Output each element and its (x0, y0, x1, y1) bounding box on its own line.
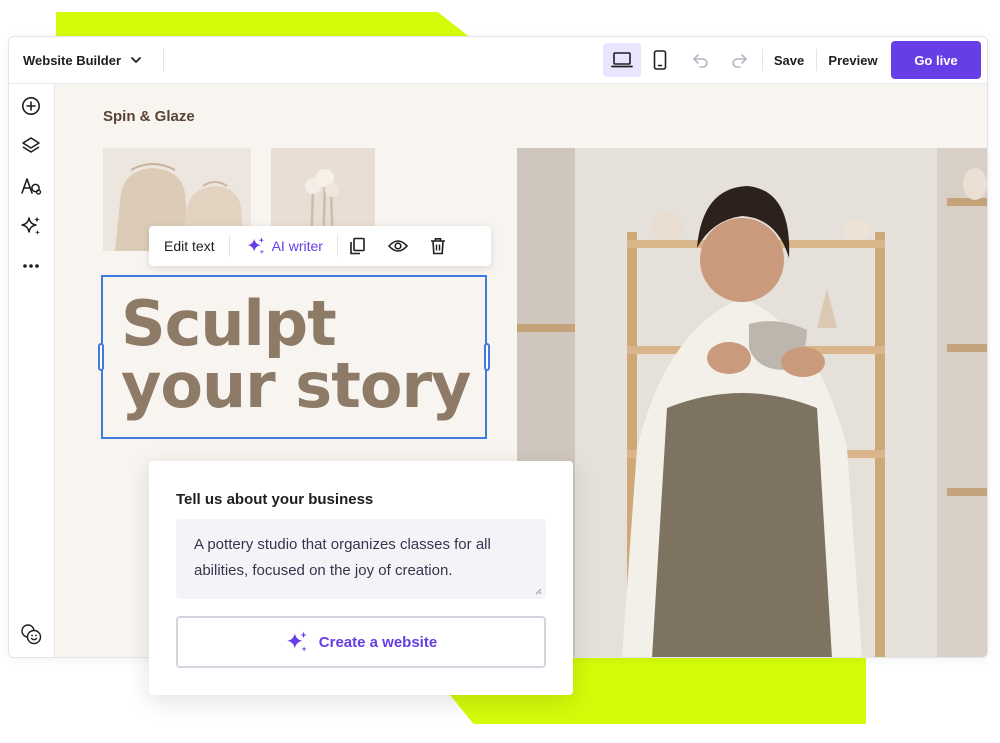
layers-button[interactable] (19, 134, 43, 158)
redo-button[interactable] (725, 43, 753, 77)
delete-button[interactable] (419, 226, 457, 266)
edit-text-button[interactable]: Edit text (149, 226, 229, 266)
redo-icon (732, 54, 747, 68)
resize-grip-icon[interactable] (534, 587, 542, 595)
resize-handle-left[interactable] (98, 343, 104, 371)
hero-heading-line-1: Sculpt (121, 287, 337, 360)
feedback-button[interactable] (19, 622, 43, 646)
potter-photo[interactable] (517, 148, 987, 657)
ai-sparkle-icon (21, 216, 40, 235)
toolbar-divider (762, 49, 763, 71)
more-icon (23, 264, 39, 268)
text-edit-toolbar: Edit text AI writer (149, 226, 491, 266)
potter-illustration (517, 148, 987, 657)
add-icon (22, 97, 40, 115)
edit-text-label: Edit text (164, 238, 215, 254)
left-sidebar (9, 84, 55, 657)
desktop-view-button[interactable] (603, 43, 641, 77)
ai-tools-button[interactable] (19, 214, 43, 238)
hero-heading[interactable]: Sculpt your story (121, 293, 501, 417)
create-website-button[interactable]: Create a website (176, 616, 546, 668)
typography-button[interactable] (19, 174, 43, 198)
mobile-view-button[interactable] (645, 43, 675, 77)
card-title: Tell us about your business (176, 491, 374, 508)
app-title: Website Builder (23, 52, 122, 68)
business-description-text: A pottery studio that organizes classes … (194, 536, 491, 579)
ai-writer-label: AI writer (271, 238, 323, 254)
eye-icon (387, 240, 408, 252)
decorative-accent-top (56, 12, 471, 38)
toolbar-divider (163, 49, 164, 71)
mobile-icon (653, 50, 667, 70)
more-button[interactable] (19, 254, 43, 278)
duplicate-icon (350, 237, 365, 255)
ai-writer-button[interactable]: AI writer (230, 226, 337, 266)
layers-icon (22, 137, 40, 153)
preview-button[interactable]: Preview (824, 43, 882, 77)
visibility-button[interactable] (377, 226, 419, 266)
save-button[interactable]: Save (769, 43, 809, 77)
ai-sparkle-icon (247, 237, 264, 254)
ai-sparkle-icon (286, 631, 307, 652)
undo-icon (693, 54, 708, 68)
emoji-icon (21, 624, 42, 645)
selected-heading-frame[interactable]: Sculpt your story (98, 275, 490, 439)
chevron-down-icon (131, 57, 141, 63)
business-description-card: Tell us about your business A pottery st… (149, 461, 573, 695)
toolbar-divider (816, 49, 817, 71)
duplicate-button[interactable] (338, 226, 377, 266)
create-website-label: Create a website (318, 633, 438, 651)
business-description-input[interactable]: A pottery studio that organizes classes … (176, 519, 546, 599)
top-toolbar: Website Builder Save Preview Go live (9, 37, 987, 84)
hero-heading-line-2: your story (121, 349, 471, 422)
typography-icon (21, 178, 42, 195)
desktop-icon (611, 52, 633, 68)
site-brand-name[interactable]: Spin & Glaze (103, 108, 195, 125)
add-element-button[interactable] (19, 94, 43, 118)
go-live-button[interactable]: Go live (891, 41, 981, 79)
undo-button[interactable] (687, 43, 715, 77)
trash-icon (430, 238, 445, 255)
website-builder-menu[interactable]: Website Builder (23, 37, 143, 83)
